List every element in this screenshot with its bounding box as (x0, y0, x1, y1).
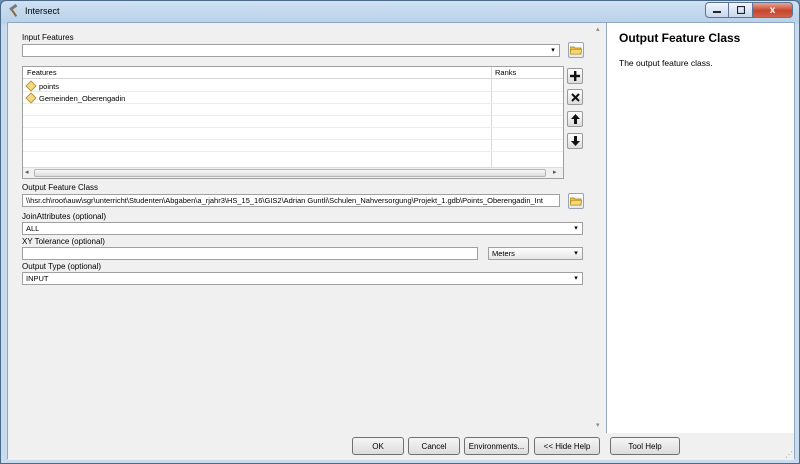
scroll-thumb[interactable] (34, 169, 546, 177)
column-header-ranks[interactable]: Ranks (495, 68, 516, 77)
table-row[interactable]: points (23, 80, 563, 92)
input-features-combo[interactable]: ▾ (22, 44, 560, 57)
join-attributes-label: JoinAttributes (optional) (22, 212, 107, 221)
scroll-left-icon[interactable]: ◂ (25, 168, 29, 176)
help-title: Output Feature Class (619, 31, 741, 45)
minimize-icon (713, 11, 721, 13)
tool-help-button[interactable]: Tool Help (610, 437, 680, 455)
feature-name: points (39, 82, 60, 91)
feature-name: Gemeinden_Oberengadin (39, 94, 126, 103)
xy-tolerance-input[interactable] (22, 247, 478, 260)
environments-button[interactable]: Environments... (464, 437, 529, 455)
features-table: Features Ranks points Gemeinden_Oberenga… (22, 66, 564, 179)
scroll-up-icon[interactable]: ▴ (596, 25, 600, 33)
dialog-button-bar: OK Cancel Environments... << Hide Help T… (8, 433, 794, 460)
resize-grip-icon[interactable]: ⋰ (785, 450, 793, 459)
chevron-down-icon[interactable]: ▾ (570, 273, 582, 284)
open-folder-icon (570, 46, 582, 55)
join-attributes-value: ALL (26, 224, 40, 233)
xy-tolerance-unit-value: Meters (492, 249, 515, 258)
chevron-down-icon[interactable]: ▾ (570, 223, 582, 234)
add-row-button[interactable] (567, 68, 583, 84)
xy-tolerance-unit-select[interactable]: Meters ▾ (488, 247, 583, 260)
output-feature-class-label: Output Feature Class (22, 183, 99, 192)
polygon-layer-icon (25, 92, 37, 104)
window-title: Intersect (25, 6, 60, 16)
table-row[interactable] (23, 152, 563, 164)
table-row[interactable] (23, 104, 563, 116)
input-features-browse-button[interactable] (568, 42, 584, 58)
arrow-up-icon (570, 114, 580, 124)
table-horizontal-scrollbar[interactable]: ◂ ▸ (23, 167, 563, 178)
table-row[interactable]: Gemeinden_Oberengadin (23, 92, 563, 104)
input-features-label: Input Features (22, 33, 74, 42)
dialog-client: Input Features ▾ Features Ranks points G… (7, 22, 795, 460)
title-bar[interactable]: Intersect x (1, 1, 799, 21)
hide-help-button[interactable]: << Hide Help (534, 437, 600, 455)
column-header-features[interactable]: Features (27, 68, 57, 77)
chevron-down-icon[interactable]: ▾ (570, 248, 582, 259)
plus-icon (570, 71, 580, 81)
output-feature-class-input[interactable]: \\hsr.ch\root\auw\sgr\unterricht\Student… (22, 194, 560, 207)
table-header: Features Ranks (23, 67, 563, 79)
move-down-button[interactable] (567, 133, 583, 149)
output-type-label: Output Type (optional) (22, 262, 102, 271)
output-feature-class-browse-button[interactable] (568, 193, 584, 209)
close-button[interactable]: x (753, 2, 793, 18)
chevron-down-icon[interactable]: ▾ (547, 45, 559, 56)
join-attributes-select[interactable]: ALL ▾ (22, 222, 583, 235)
arrow-down-icon (570, 136, 580, 146)
table-row[interactable] (23, 116, 563, 128)
close-icon: x (769, 4, 776, 16)
parameters-panel: Input Features ▾ Features Ranks points G… (8, 23, 606, 433)
remove-row-button[interactable] (567, 89, 583, 105)
help-panel: Output Feature Class The output feature … (606, 23, 794, 433)
table-row[interactable] (23, 140, 563, 152)
table-row[interactable] (23, 128, 563, 140)
scroll-down-icon[interactable]: ▾ (596, 421, 600, 429)
scroll-right-icon[interactable]: ▸ (553, 168, 557, 176)
intersect-window: Intersect x Input Features ▾ Features Ra… (0, 0, 800, 464)
ok-button[interactable]: OK (352, 437, 404, 455)
open-folder-icon (570, 197, 582, 206)
xy-tolerance-label: XY Tolerance (optional) (22, 237, 105, 246)
move-up-button[interactable] (567, 111, 583, 127)
output-type-select[interactable]: INPUT ▾ (22, 272, 583, 285)
minimize-button[interactable] (705, 2, 729, 18)
output-feature-class-value: \\hsr.ch\root\auw\sgr\unterricht\Student… (26, 196, 543, 205)
help-text: The output feature class. (619, 58, 713, 68)
maximize-icon (736, 6, 745, 14)
output-type-value: INPUT (26, 274, 49, 283)
polygon-layer-icon (25, 80, 37, 92)
hammer-icon (7, 3, 21, 18)
parameters-vertical-scrollbar[interactable]: ▴ ▾ (594, 23, 606, 433)
window-controls: x (705, 2, 793, 18)
x-icon (570, 92, 580, 102)
cancel-button[interactable]: Cancel (408, 437, 460, 455)
maximize-button[interactable] (729, 2, 753, 18)
